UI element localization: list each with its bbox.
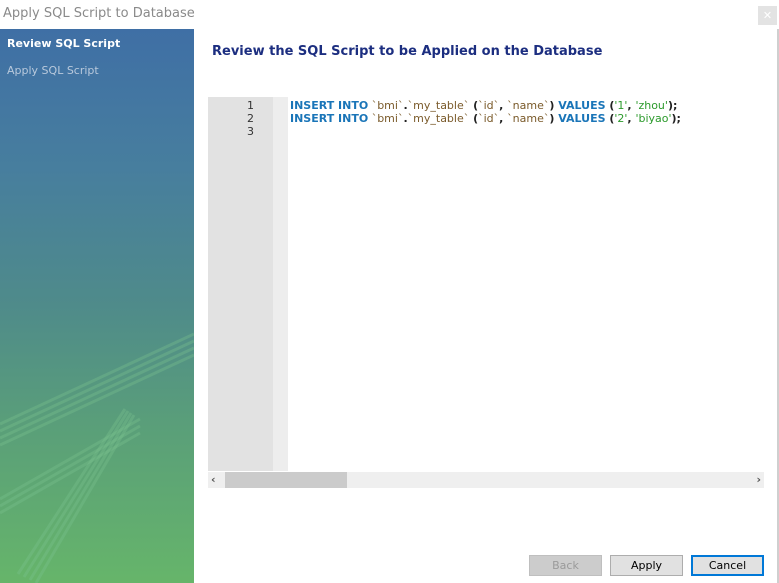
decor-line (0, 332, 194, 426)
decor-line (22, 410, 130, 578)
identifier: `name` (507, 99, 550, 112)
decor-line (28, 412, 133, 581)
close-button[interactable]: ✕ (758, 6, 777, 25)
decor-line (0, 346, 194, 440)
decor-line (0, 353, 194, 447)
apply-button[interactable]: Apply (610, 555, 683, 576)
window-title: Apply SQL Script to Database (3, 6, 195, 21)
scroll-left-icon[interactable]: ‹ (211, 472, 223, 488)
wizard-sidebar: Review SQL Script Apply SQL Script (0, 29, 194, 583)
page-title: Review the SQL Script to be Applied on t… (212, 44, 603, 59)
decor-line (34, 414, 136, 583)
string-literal: 'biyao' (635, 112, 672, 125)
line-number-gutter: 1 2 3 (208, 97, 273, 471)
line-number: 2 (247, 112, 254, 125)
sidebar-decoration (0, 332, 194, 583)
punctuation: ); (671, 112, 681, 125)
identifier: `id` (478, 112, 500, 125)
sql-editor[interactable]: 1 2 3 INSERT INTO `bmi`.`my_table` (`id`… (208, 97, 764, 471)
string-literal: '2' (614, 112, 628, 125)
keyword: VALUES (554, 112, 610, 125)
punctuation: ( (469, 99, 479, 112)
punctuation: ); (667, 99, 678, 112)
close-icon: ✕ (762, 9, 773, 22)
identifier: `bmi` (368, 112, 404, 125)
cancel-button[interactable]: Cancel (691, 555, 764, 576)
line-number: 3 (247, 125, 254, 138)
punctuation: , (499, 112, 508, 125)
code-line: INSERT INTO `bmi`.`my_table` (`id`, `nam… (290, 112, 681, 125)
identifier: `my_table` (407, 112, 470, 125)
title-bar: Apply SQL Script to Database ✕ (0, 0, 779, 29)
fold-margin (273, 97, 288, 471)
identifier: `name` (507, 112, 550, 125)
step-review-sql-script: Review SQL Script (7, 37, 121, 50)
keyword: INSERT INTO (290, 99, 369, 112)
punctuation: , (499, 99, 508, 112)
scroll-right-icon[interactable]: › (749, 472, 761, 488)
back-button[interactable]: Back (529, 555, 602, 576)
identifier: `bmi` (368, 99, 404, 112)
code-line: INSERT INTO `bmi`.`my_table` (`id`, `nam… (290, 99, 677, 112)
identifier: `id` (478, 99, 500, 112)
punctuation: ( (469, 112, 479, 125)
decor-line (0, 339, 194, 433)
horizontal-scrollbar[interactable]: ‹ › (208, 472, 764, 488)
keyword: VALUES (554, 99, 610, 112)
keyword: INSERT INTO (290, 112, 369, 125)
string-literal: 'zhou' (635, 99, 668, 112)
identifier: `my_table` (407, 99, 470, 112)
line-number: 1 (247, 99, 254, 112)
string-literal: '1' (614, 99, 628, 112)
scrollbar-thumb[interactable] (225, 472, 347, 488)
decor-line (16, 408, 127, 575)
step-apply-sql-script: Apply SQL Script (7, 64, 99, 77)
